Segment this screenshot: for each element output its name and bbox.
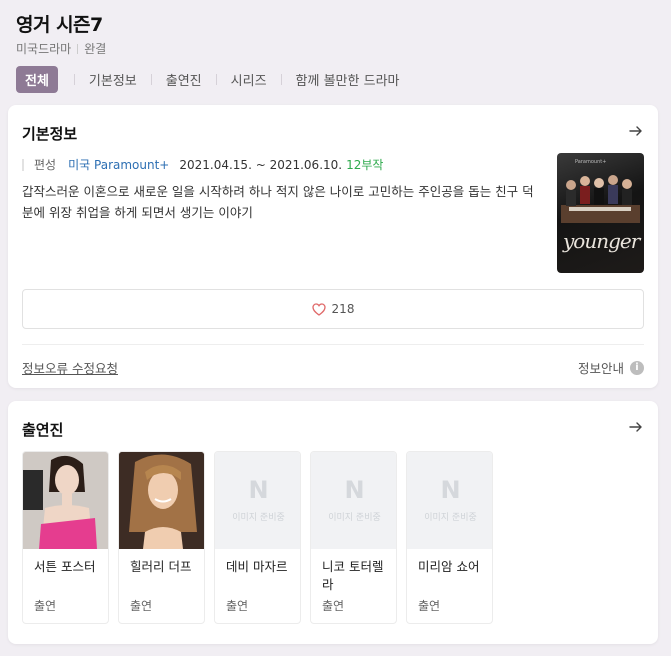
no-image-text: 이미지 준비중 xyxy=(328,513,381,523)
poster-title-logo: younger xyxy=(563,229,640,253)
date-range: 2021.04.15. ~ 2021.06.10. xyxy=(179,158,343,172)
no-image-logo-icon: N xyxy=(248,476,269,504)
cast-member[interactable]: 힐러리 더프 출연 xyxy=(118,451,205,624)
tab-divider xyxy=(280,73,282,85)
cast-name: 서튼 포스터 xyxy=(34,559,96,574)
basic-info-title: 기본정보 xyxy=(22,125,78,143)
episode-count: 12부작 xyxy=(346,158,384,172)
tab-divider xyxy=(215,73,217,85)
tab-series[interactable]: 시리즈 xyxy=(231,70,267,89)
cast-member[interactable]: N 이미지 준비중 니코 토터렐라 출연 xyxy=(310,451,397,624)
tab-divider xyxy=(73,73,75,85)
report-error-link[interactable]: 정보오류 수정요청 xyxy=(22,358,118,377)
meta-divider xyxy=(77,44,79,54)
broadcast-info: 편성 미국 Paramount+ 2021.04.15. ~ 2021.06.10.… xyxy=(22,156,383,173)
person-photo-icon xyxy=(119,452,204,549)
tab-basic-info[interactable]: 기본정보 xyxy=(89,70,137,89)
cast-name: 데비 마자르 xyxy=(226,559,288,574)
poster-image[interactable]: Paramount+ younger xyxy=(557,153,644,273)
cast-photo xyxy=(119,452,204,549)
no-image-placeholder: N 이미지 준비중 xyxy=(215,452,300,549)
heart-icon xyxy=(311,302,326,316)
card-divider xyxy=(22,344,644,345)
network-link[interactable]: Paramount+ xyxy=(94,158,169,172)
tab-divider xyxy=(150,73,152,85)
genre-text: 미국드라마 xyxy=(16,42,72,56)
synopsis: 갑작스러운 이혼으로 새로운 일을 시작하려 하나 적지 않은 나이로 고민하는… xyxy=(22,184,534,220)
cast-role: 출연 xyxy=(34,599,57,613)
info-guide-button[interactable]: 정보안내 i xyxy=(578,358,644,377)
cast-role: 출연 xyxy=(130,599,153,613)
tab-bar: 전체 기본정보 출연진 시리즈 함께 볼만한 드라마 xyxy=(16,65,400,93)
status-text: 완결 xyxy=(84,42,107,56)
cast-card: 출연진 서튼 포스터 출연 힐러리 더프 출연 N 이미지 준비중 데비 마자르… xyxy=(8,401,658,644)
like-button[interactable]: 218 xyxy=(22,289,644,329)
meta-line: 미국드라마 완결 xyxy=(16,40,106,57)
person-photo-icon xyxy=(23,452,108,549)
no-image-placeholder: N 이미지 준비중 xyxy=(311,452,396,549)
no-image-text: 이미지 준비중 xyxy=(424,513,477,523)
cast-role: 출연 xyxy=(322,599,345,613)
arrow-right-icon[interactable] xyxy=(628,419,644,435)
info-bar xyxy=(22,159,24,171)
cast-name: 니코 토터렐라 xyxy=(322,559,384,592)
tab-cast[interactable]: 출연진 xyxy=(166,70,202,89)
cast-member[interactable]: N 이미지 준비중 미리암 쇼어 출연 xyxy=(406,451,493,624)
country-link[interactable]: 미국 xyxy=(68,158,90,172)
cast-role: 출연 xyxy=(418,599,441,613)
no-image-text: 이미지 준비중 xyxy=(232,513,285,523)
poster-cast-illustration xyxy=(561,175,640,223)
arrow-right-icon[interactable] xyxy=(628,123,644,139)
cast-name: 힐러리 더프 xyxy=(130,559,192,574)
info-guide-label: 정보안내 xyxy=(577,361,624,376)
no-image-logo-icon: N xyxy=(344,476,365,504)
like-count: 218 xyxy=(331,302,355,316)
cast-member[interactable]: N 이미지 준비중 데비 마자르 출연 xyxy=(214,451,301,624)
page-header: 영거 시즌7 xyxy=(16,10,103,37)
cast-title: 출연진 xyxy=(22,421,64,439)
cast-member[interactable]: 서튼 포스터 출연 xyxy=(22,451,109,624)
tab-all[interactable]: 전체 xyxy=(16,65,58,93)
broadcast-label: 편성 xyxy=(34,158,57,172)
page-title: 영거 시즌7 xyxy=(16,14,103,36)
poster-network-logo: Paramount+ xyxy=(575,159,607,165)
basic-info-card: 기본정보 편성 미국 Paramount+ 2021.04.15. ~ 2021.0… xyxy=(8,105,658,388)
cast-role: 출연 xyxy=(226,599,249,613)
cast-list: 서튼 포스터 출연 힐러리 더프 출연 N 이미지 준비중 데비 마자르 출연 … xyxy=(22,451,493,624)
no-image-logo-icon: N xyxy=(440,476,461,504)
no-image-placeholder: N 이미지 준비중 xyxy=(407,452,492,549)
cast-name: 미리암 쇼어 xyxy=(418,559,480,574)
tab-related-dramas[interactable]: 함께 볼만한 드라마 xyxy=(296,70,400,89)
info-icon: i xyxy=(630,360,644,375)
cast-photo xyxy=(23,452,108,549)
